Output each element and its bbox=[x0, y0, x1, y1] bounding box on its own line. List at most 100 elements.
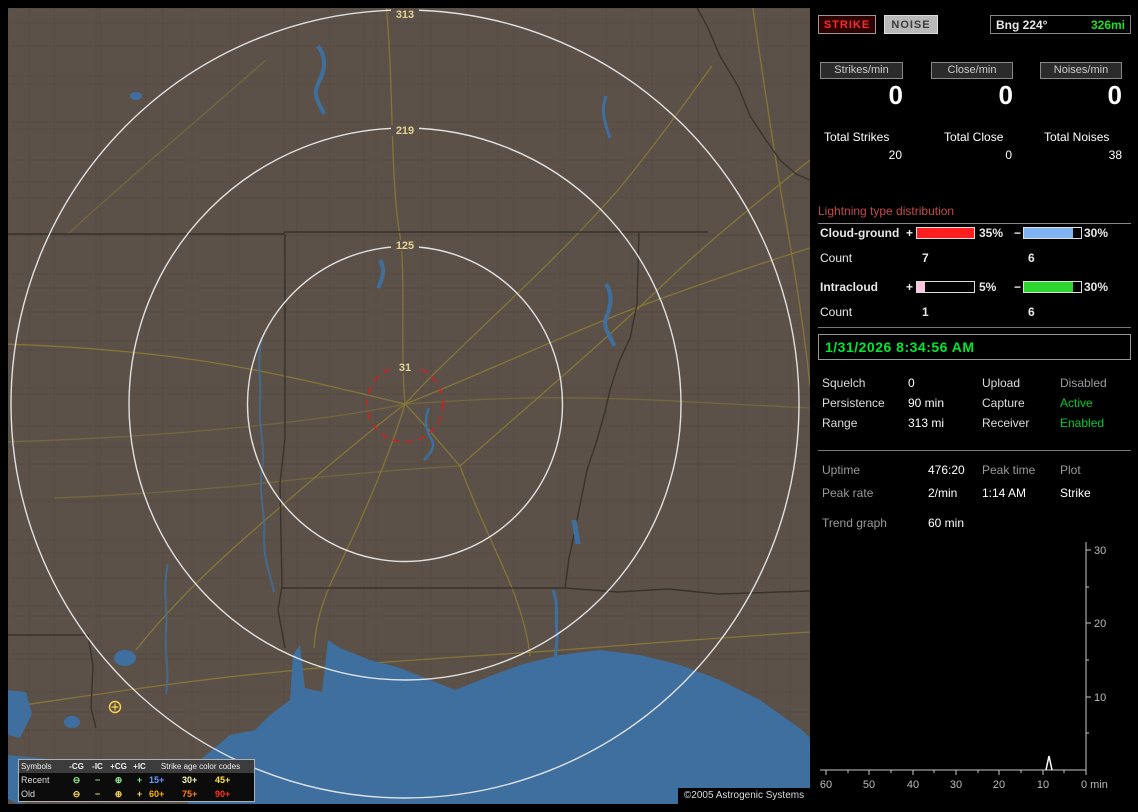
noises-per-min-value: 0 bbox=[1107, 80, 1122, 110]
old-pcg-icon: ⊕ bbox=[114, 788, 123, 799]
cg-plus-bar-fill bbox=[917, 228, 974, 238]
map-legend: Symbols -CG -IC +CG +IC Strike age color… bbox=[18, 759, 255, 802]
count-label: Count bbox=[820, 305, 853, 319]
legend-recent-label: Recent bbox=[21, 775, 50, 785]
plus-sign: + bbox=[906, 226, 914, 240]
age-45: 45+ bbox=[215, 775, 231, 785]
recent-pic-icon: + bbox=[136, 775, 143, 785]
bearing-label: Bng 224° bbox=[996, 17, 1048, 32]
total-strikes-label: Total Strikes bbox=[824, 130, 890, 144]
uptime-label: Uptime bbox=[822, 463, 861, 477]
legend-col-nic: -IC bbox=[92, 762, 103, 771]
intracloud-count-row: Count 1 6 bbox=[818, 305, 1131, 319]
recent-ncg-icon: ⊖ bbox=[72, 774, 81, 785]
persistence-label: Persistence bbox=[822, 396, 885, 410]
x-tick-40: 40 bbox=[907, 779, 919, 791]
age-30: 30+ bbox=[182, 775, 198, 785]
total-noises-value: 38 bbox=[1108, 148, 1122, 162]
status-row-1: Uptime 476:20 Peak time Plot bbox=[818, 463, 1131, 477]
settings-row-persistence: Persistence 90 min Capture Active bbox=[818, 396, 1131, 410]
minus-sign: − bbox=[1014, 226, 1022, 240]
x-tick-10: 10 bbox=[1037, 779, 1049, 791]
ring-label-125: 125 bbox=[396, 240, 414, 252]
ring-label-31: 31 bbox=[399, 362, 411, 374]
y-tick-10: 10 bbox=[1094, 692, 1106, 704]
noise-indicator-button[interactable]: NOISE bbox=[884, 15, 938, 34]
pond-1 bbox=[114, 650, 136, 666]
cg-minus-bar bbox=[1023, 227, 1082, 239]
x-tick-0-min: 0 min bbox=[1081, 779, 1108, 791]
age-90: 90+ bbox=[215, 789, 231, 799]
trend-graph-label: Trend graph bbox=[822, 516, 887, 530]
old-nic-icon: − bbox=[94, 789, 101, 799]
legend-col-pic: +IC bbox=[133, 762, 146, 771]
lightning-map[interactable]: 313 219 125 31 Symbols -CG -IC +CG +IC S… bbox=[8, 8, 810, 804]
legend-age-header: Strike age color codes bbox=[160, 762, 241, 771]
total-close-label: Total Close bbox=[944, 130, 1004, 144]
copyright-text: ©2005 Astrogenic Systems bbox=[678, 788, 810, 804]
status-row-2: Peak rate 2/min 1:14 AM Strike bbox=[818, 486, 1131, 500]
peak-rate-label: Peak rate bbox=[822, 486, 874, 500]
legend-header: Symbols -CG -IC +CG +IC Strike age color… bbox=[19, 760, 254, 773]
settings-row-squelch: Squelch 0 Upload Disabled bbox=[818, 376, 1131, 390]
y-tick-20: 20 bbox=[1094, 618, 1106, 630]
ring-label-219: 219 bbox=[396, 125, 414, 137]
total-close-value: 0 bbox=[1005, 148, 1012, 162]
squelch-value: 0 bbox=[908, 376, 915, 390]
cg-plus-bar bbox=[916, 227, 975, 239]
ic-minus-percent: 30% bbox=[1084, 280, 1109, 294]
minus-sign: − bbox=[1014, 280, 1022, 294]
age-60: 60+ bbox=[149, 789, 165, 799]
persistence-value: 90 min bbox=[908, 396, 945, 410]
bearing-readout: Bng 224° 326mi bbox=[990, 15, 1131, 34]
ic-minus-bar-fill bbox=[1024, 282, 1074, 292]
cg-minus-bar-fill bbox=[1024, 228, 1074, 238]
upload-status: Disabled bbox=[1060, 376, 1107, 390]
capture-status: Active bbox=[1060, 396, 1093, 410]
recent-pcg-icon: ⊕ bbox=[114, 774, 123, 785]
legend-recent-row: Recent ⊖ − ⊕ + 15+ 30+ 45+ bbox=[19, 773, 254, 787]
cg-minus-count: 6 bbox=[1028, 251, 1035, 265]
x-tick-60: 60 bbox=[820, 779, 832, 791]
range-value: 313 mi bbox=[908, 416, 945, 430]
total-strikes-value: 20 bbox=[888, 148, 902, 162]
bearing-range-value: 326mi bbox=[1090, 17, 1125, 32]
strike-indicator-button[interactable]: STRIKE bbox=[818, 15, 876, 34]
trend-graph-value: 60 min bbox=[928, 516, 965, 530]
ring-label-313: 313 bbox=[396, 9, 414, 21]
cloud-ground-count-row: Count 7 6 bbox=[818, 251, 1131, 265]
legend-col-ncg: -CG bbox=[69, 762, 84, 771]
x-tick-50: 50 bbox=[863, 779, 875, 791]
recent-nic-icon: − bbox=[94, 775, 101, 785]
cg-plus-percent: 35% bbox=[979, 226, 1004, 240]
cg-plus-count: 7 bbox=[922, 251, 929, 265]
trend-tick-labels: 30 20 10 60 50 40 30 20 10 0 min bbox=[820, 545, 1108, 791]
legend-old-label: Old bbox=[21, 789, 36, 799]
plus-sign: + bbox=[906, 280, 914, 294]
uptime-value: 476:20 bbox=[928, 463, 965, 477]
status-panel: STRIKE NOISE Bng 224° 326mi Strikes/min … bbox=[818, 8, 1131, 804]
pond-3 bbox=[130, 92, 142, 100]
receiver-label: Receiver bbox=[982, 416, 1030, 430]
x-tick-20: 20 bbox=[993, 779, 1005, 791]
legend-col-pcg: +CG bbox=[110, 762, 127, 771]
distribution-title: Lightning type distribution bbox=[818, 204, 1131, 224]
cloud-ground-row: Cloud-ground + 35% − 30% bbox=[818, 226, 1131, 240]
x-tick-30: 30 bbox=[950, 779, 962, 791]
legend-symbols-header: Symbols bbox=[21, 762, 52, 771]
legend-old-row: Old ⊖ − ⊕ + 60+ 75+ 90+ bbox=[19, 787, 254, 801]
peak-rate-value: 2/min bbox=[928, 486, 958, 500]
strikes-per-min-header: Strikes/min bbox=[820, 62, 903, 79]
ic-plus-percent: 5% bbox=[979, 280, 997, 294]
map-canvas[interactable]: 313 219 125 31 bbox=[8, 8, 810, 804]
peak-time-value: 1:14 AM bbox=[982, 486, 1027, 500]
peak-time-label: Peak time bbox=[982, 463, 1036, 477]
age-15: 15+ bbox=[149, 775, 165, 785]
squelch-label: Squelch bbox=[822, 376, 866, 390]
divider bbox=[818, 327, 1131, 328]
settings-row-range: Range 313 mi Receiver Enabled bbox=[818, 416, 1131, 430]
strikes-per-min-value: 0 bbox=[888, 80, 903, 110]
old-pic-icon: + bbox=[136, 789, 143, 799]
receiver-status: Enabled bbox=[1060, 416, 1105, 430]
count-label: Count bbox=[820, 251, 853, 265]
